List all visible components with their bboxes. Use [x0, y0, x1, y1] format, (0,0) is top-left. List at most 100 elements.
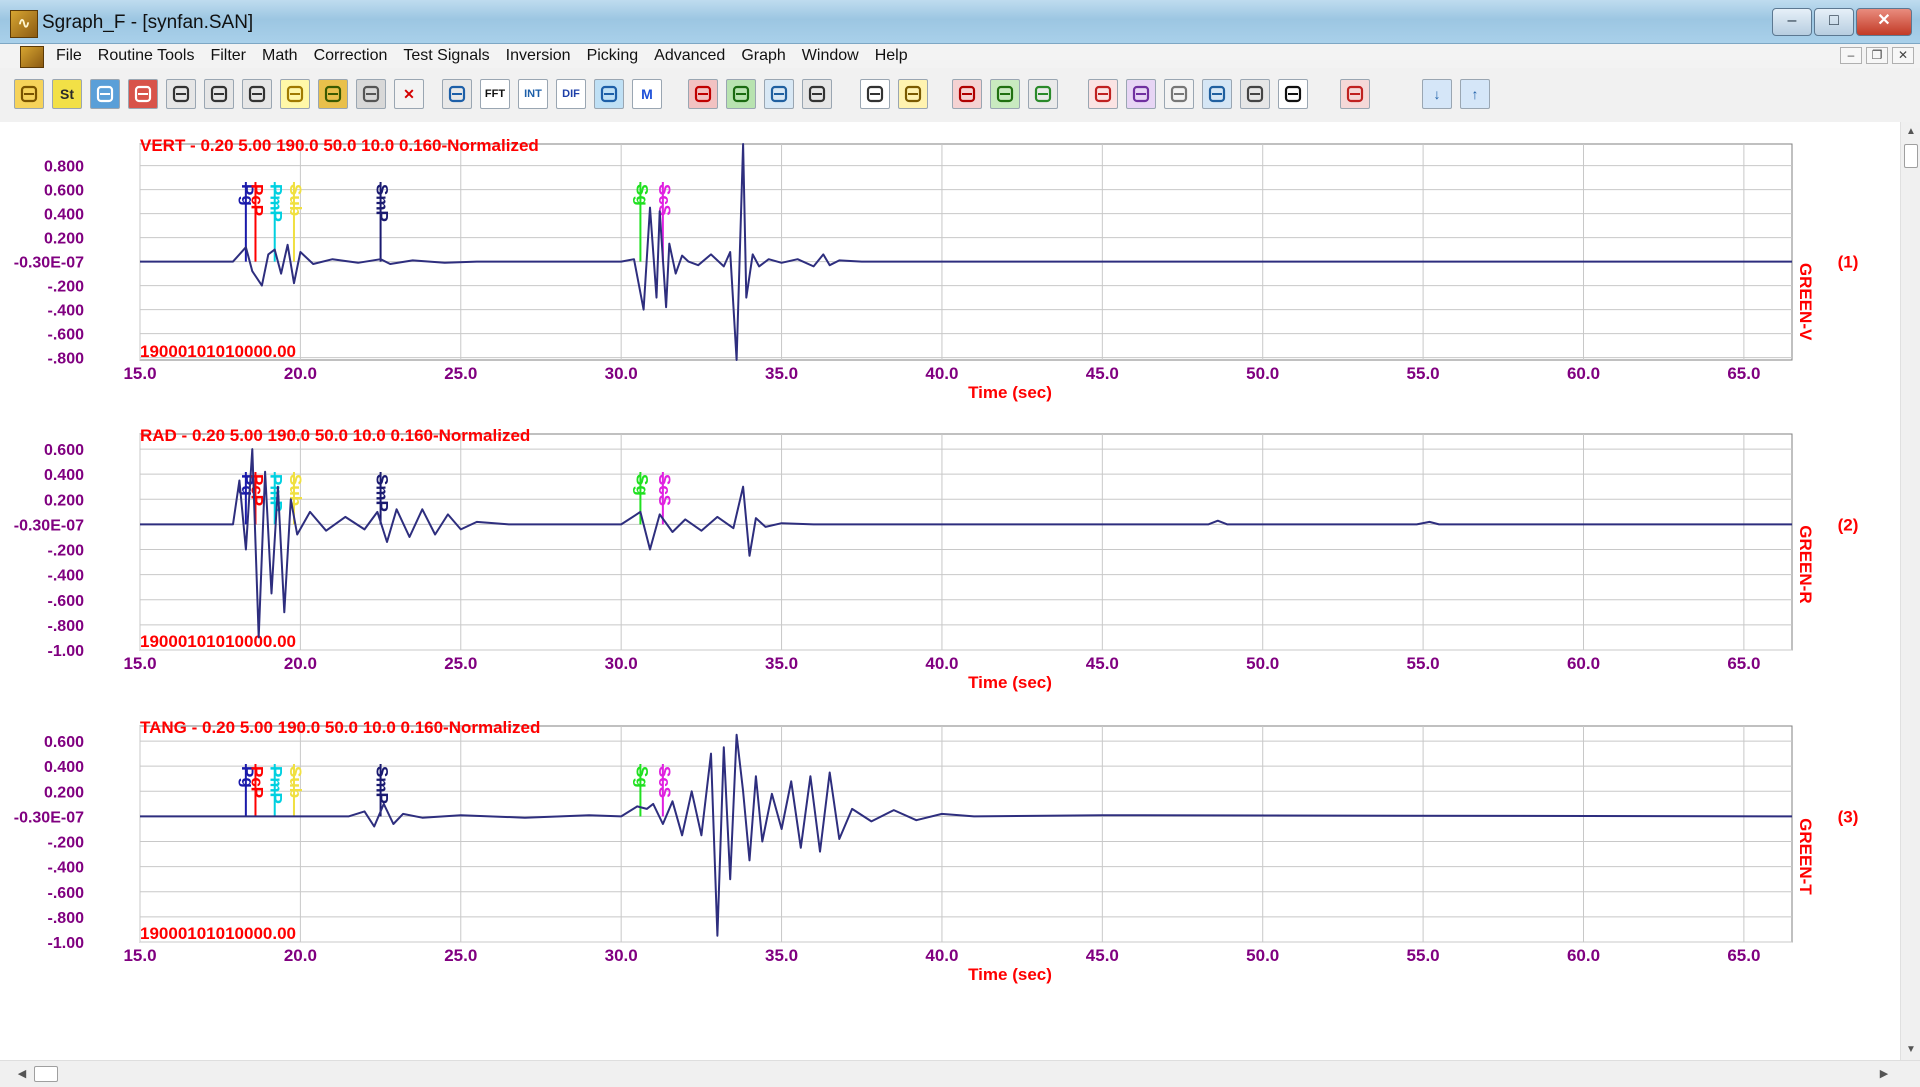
print-icon[interactable]	[242, 79, 272, 109]
menu-routine-tools[interactable]: Routine Tools	[90, 44, 203, 68]
pick-red-icon[interactable]	[952, 79, 982, 109]
horizontal-scroll-thumb[interactable]	[34, 1066, 58, 1082]
y-tick-label: -.200	[48, 279, 85, 296]
menu-items: File Routine Tools Filter Math Correction Tes…	[48, 44, 916, 68]
circle-icon[interactable]	[1028, 79, 1058, 109]
y-tick-label: -0.30E-07	[14, 255, 84, 272]
menu-advanced[interactable]: Advanced	[646, 44, 733, 68]
wrench-icon[interactable]	[356, 79, 386, 109]
trace-panel-1[interactable]: 15.0 20.0 25.0 30.0 35.0 40.0 45.0 50.0 55.0 60.0…	[14, 136, 1859, 402]
save-all-icon[interactable]	[204, 79, 234, 109]
dashed-box-icon[interactable]	[1164, 79, 1194, 109]
calculator-icon[interactable]	[802, 79, 832, 109]
bulb-icon[interactable]	[280, 79, 310, 109]
fft-icon[interactable]: FFT	[480, 79, 510, 109]
seismogram-icon[interactable]	[90, 79, 120, 109]
maximize-button[interactable]: □	[1814, 8, 1854, 36]
add-trace-icon[interactable]	[726, 79, 756, 109]
y-tick-label: -1.00	[48, 935, 85, 952]
trace-panel-3[interactable]: 15.0 20.0 25.0 30.0 35.0 40.0 45.0 50.0 55.0 60.0…	[14, 718, 1859, 984]
menu-window[interactable]: Window	[794, 44, 867, 68]
scroll-right-icon[interactable]: ▶	[1876, 1065, 1892, 1083]
x-tick-label: 25.0	[444, 364, 477, 383]
pick-label-sg: Sg	[632, 184, 651, 206]
document-icon[interactable]	[20, 46, 44, 68]
scale-icon[interactable]	[860, 79, 890, 109]
zoom-icon[interactable]	[442, 79, 472, 109]
x-tick-label: 30.0	[605, 946, 638, 965]
spectrum-icon[interactable]	[1088, 79, 1118, 109]
x-tick-label: 15.0	[123, 654, 156, 673]
delete-icon[interactable]: ✕	[394, 79, 424, 109]
monitor-icon[interactable]	[1240, 79, 1270, 109]
pick-label-sub: Sub	[286, 766, 305, 798]
menu-filter[interactable]: Filter	[202, 44, 254, 68]
m-icon[interactable]: M	[632, 79, 662, 109]
eraser-icon[interactable]	[318, 79, 348, 109]
filter-icon[interactable]	[688, 79, 718, 109]
panel-number: (3)	[1838, 807, 1859, 826]
measure-icon[interactable]	[898, 79, 928, 109]
channel-label: GREEN-V	[1796, 263, 1815, 341]
refresh-icon[interactable]	[594, 79, 624, 109]
arrow-down-icon[interactable]: ↓	[1422, 79, 1452, 109]
scroll-left-icon[interactable]: ◀	[14, 1065, 30, 1083]
x-tick-label: 20.0	[284, 654, 317, 673]
x-tick-label: 35.0	[765, 364, 798, 383]
x-tick-label: 20.0	[284, 364, 317, 383]
horizontal-scrollbar[interactable]: ◀ ▶	[0, 1060, 1920, 1087]
x-tick-label: 55.0	[1407, 364, 1440, 383]
pick-green-icon[interactable]	[990, 79, 1020, 109]
scroll-down-icon[interactable]: ▼	[1904, 1042, 1918, 1058]
mdi-minimize-button[interactable]: –	[1840, 47, 1862, 64]
plot-frame	[139, 143, 1793, 361]
menu-math[interactable]: Math	[254, 44, 306, 68]
vertical-scroll-thumb[interactable]	[1904, 144, 1918, 168]
arrow-up-icon[interactable]: ↑	[1460, 79, 1490, 109]
x-tick-label: 30.0	[605, 364, 638, 383]
multi-spectrum-icon[interactable]	[1126, 79, 1156, 109]
y-tick-label: -.800	[48, 910, 85, 927]
y-tick-label: 0.600	[44, 183, 84, 200]
beachball-icon[interactable]	[1278, 79, 1308, 109]
mdi-restore-button[interactable]: ❐	[1866, 47, 1888, 64]
channel-label: GREEN-R	[1796, 525, 1815, 603]
network-icon[interactable]	[128, 79, 158, 109]
menu-correction[interactable]: Correction	[306, 44, 396, 68]
differentiate-icon[interactable]: DIF	[556, 79, 586, 109]
save-icon[interactable]	[166, 79, 196, 109]
x-tick-label: 20.0	[284, 946, 317, 965]
menu-test-signals[interactable]: Test Signals	[395, 44, 497, 68]
x-tick-label: 45.0	[1086, 946, 1119, 965]
menu-inversion[interactable]: Inversion	[498, 44, 579, 68]
menu-picking[interactable]: Picking	[579, 44, 647, 68]
trace-header: TANG - 0.20 5.00 190.0 50.0 10.0 0.160-N…	[140, 718, 540, 737]
trace-panel-2[interactable]: 15.0 20.0 25.0 30.0 35.0 40.0 45.0 50.0 55.0 60.0…	[14, 426, 1859, 692]
y-tick-label: -.800	[48, 618, 85, 635]
integrate-icon[interactable]: INT	[518, 79, 548, 109]
open-folder-icon[interactable]	[14, 79, 44, 109]
polar-icon[interactable]	[1340, 79, 1370, 109]
title-bar: ∿ Sgraph_F - [synfan.SAN] ‒ □ ✕	[0, 0, 1920, 44]
y-tick-label: -0.30E-07	[14, 517, 84, 534]
seismograph-app-icon[interactable]: ∿	[10, 10, 38, 38]
minimize-button[interactable]: ‒	[1772, 8, 1812, 36]
menu-file[interactable]: File	[48, 44, 90, 68]
mdi-close-button[interactable]: ✕	[1892, 47, 1914, 64]
station-icon[interactable]: St	[52, 79, 82, 109]
menu-help[interactable]: Help	[867, 44, 916, 68]
y-tick-label: -.200	[48, 835, 85, 852]
x-tick-label: 65.0	[1727, 946, 1760, 965]
y-tick-label: 0.200	[44, 784, 84, 801]
y-tick-label: -0.30E-07	[14, 809, 84, 826]
scroll-up-icon[interactable]: ▲	[1904, 124, 1918, 140]
arrows-lr-icon[interactable]	[1202, 79, 1232, 109]
swap-icon[interactable]	[764, 79, 794, 109]
menu-graph[interactable]: Graph	[733, 44, 793, 68]
close-button[interactable]: ✕	[1856, 8, 1912, 36]
channel-label: GREEN-T	[1796, 818, 1815, 895]
y-tick-label: -.200	[48, 543, 85, 560]
y-tick-label: -.400	[48, 568, 85, 585]
y-tick-label: 0.200	[44, 492, 84, 509]
vertical-scrollbar[interactable]: ▲ ▼	[1900, 122, 1920, 1060]
